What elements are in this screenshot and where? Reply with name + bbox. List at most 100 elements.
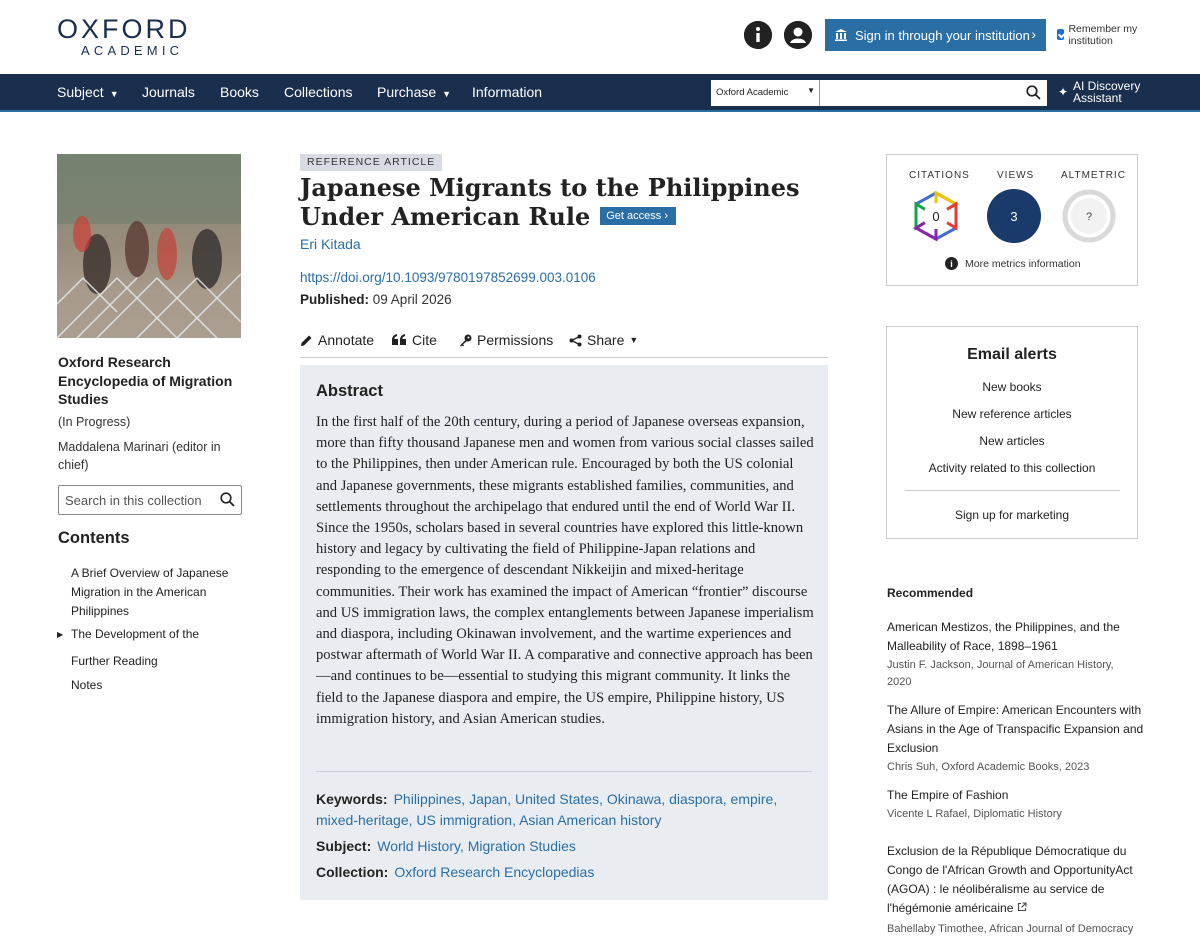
collection-line: Collection: Oxford Research Encyclopedias [316, 862, 816, 883]
published-value: 09 April 2026 [372, 292, 452, 307]
abstract-text: In the first half of the 20th century, d… [316, 414, 814, 727]
share-label: Share [587, 332, 625, 348]
more-metrics-link[interactable]: i More metrics information [945, 257, 1081, 270]
toc-item[interactable]: Further Reading [71, 652, 236, 671]
cite-label: Cite [412, 332, 437, 348]
article-title-text: Japanese Migrants to the Philippines Und… [300, 173, 800, 231]
get-access-button[interactable]: Get access › [600, 206, 676, 225]
external-link-icon [1017, 902, 1027, 912]
info-icon[interactable] [744, 21, 772, 49]
collection-search-input[interactable] [65, 487, 215, 513]
nav-purchase[interactable]: Purchase ▼ [377, 84, 451, 100]
permissions-label: Permissions [477, 332, 554, 348]
email-alerts-heading: Email alerts [967, 346, 1057, 363]
subject-links[interactable]: World History, Migration Studies [377, 838, 576, 854]
nav-books[interactable]: Books [220, 84, 259, 100]
search-icon[interactable] [1026, 85, 1041, 100]
annotate-label: Annotate [318, 332, 375, 348]
collection-title[interactable]: Oxford Research Encyclopedia of Migratio… [58, 353, 248, 409]
recommended-meta: Justin F. Jackson, Journal of American H… [887, 659, 1114, 688]
altmetric-value: ? [1086, 211, 1092, 223]
recommended-title[interactable]: Exclusion de la République Démocratique … [887, 842, 1147, 918]
collection-link[interactable]: Oxford Research Encyclopedias [394, 864, 594, 880]
info-icon: i [945, 257, 958, 270]
nav-collections[interactable]: Collections [284, 84, 352, 100]
main-nav: Subject ▼ Journals Books Collections Purc… [0, 74, 1200, 112]
remember-label: Remember my institution [1068, 23, 1138, 47]
quote-icon [392, 334, 406, 345]
institution-signin-button[interactable]: Sign in through your institution › [825, 19, 1046, 51]
annotate-button[interactable]: Annotate [300, 332, 374, 348]
logo-oxford-text: OXFORD [57, 14, 191, 44]
recommended-heading: Recommended [887, 586, 974, 600]
permissions-button[interactable]: Permissions [459, 332, 553, 348]
remember-institution[interactable]: Remember my institution [1057, 23, 1147, 47]
ai-discovery-label: AI Discovery Assistant [1073, 79, 1141, 105]
alert-new-books[interactable]: New books [887, 380, 1137, 394]
expand-arrow-icon[interactable]: ▶ [57, 630, 63, 639]
recommended-title[interactable]: American Mestizos, the Philippines, and … [887, 618, 1147, 656]
chevron-right-icon: › [1031, 26, 1036, 42]
views-badge[interactable]: 3 [987, 189, 1041, 243]
collection-status: (In Progress) [58, 415, 131, 429]
recommended-meta: Bahellaby Timothee, African Journal of D… [887, 923, 1134, 935]
dropdown-arrow-icon: ▼ [807, 86, 815, 95]
collection-editor: Maddalena Marinari (editor in chief) [58, 440, 221, 472]
toc-item[interactable]: The Development of the [71, 625, 236, 644]
collection-cover-image[interactable] [57, 154, 241, 338]
alert-new-reference-articles[interactable]: New reference articles [887, 407, 1137, 421]
email-alerts-panel: Email alerts New books New reference art… [886, 326, 1138, 539]
nav-subject-label: Subject [57, 84, 104, 100]
oxford-academic-logo[interactable]: OXFORD ACADEMIC [57, 14, 197, 59]
search-scope-select[interactable]: Oxford Academic ▼ [711, 80, 820, 106]
nav-journals[interactable]: Journals [142, 84, 195, 100]
article-title: Japanese Migrants to the Philippines Und… [300, 173, 820, 231]
altmetric-badge[interactable]: ? [1062, 189, 1116, 243]
remember-checkbox[interactable] [1057, 29, 1065, 40]
abstract-heading: Abstract [316, 382, 383, 400]
views-value: 3 [1010, 209, 1017, 224]
toc-item[interactable]: A Brief Overview of Japanese Migration i… [71, 564, 236, 621]
recommended-title-text: Exclusion de la République Démocratique … [887, 844, 1133, 915]
alert-collection-activity[interactable]: Activity related to this collection [887, 461, 1137, 475]
share-button[interactable]: Share ▼ [569, 332, 638, 348]
ai-discovery-button[interactable]: ✦ AI Discovery Assistant [1058, 80, 1158, 104]
signin-label: Sign in through your institution [855, 27, 1030, 43]
article-type-badge: REFERENCE ARTICLE [300, 154, 443, 171]
citations-value: 0 [932, 209, 939, 224]
recommended-title[interactable]: The Empire of Fashion [887, 786, 1147, 805]
altmetric-label: ALTMETRIC [1061, 170, 1126, 181]
sparkle-icon: ✦ [1058, 85, 1069, 99]
more-metrics-label: More metrics information [965, 257, 1081, 270]
keywords-line: Keywords: Philippines, Japan, United Stat… [316, 789, 816, 831]
published-date: Published: 09 April 2026 [300, 292, 452, 307]
account-icon[interactable] [784, 21, 812, 49]
nav-subject[interactable]: Subject ▼ [57, 84, 119, 100]
marketing-signup-link[interactable]: Sign up for marketing [887, 508, 1137, 522]
toc-item[interactable]: Notes [71, 676, 236, 695]
author-link[interactable]: Eri Kitada [300, 236, 361, 252]
get-access-label: Get access [606, 209, 662, 222]
nav-purchase-label: Purchase [377, 84, 437, 100]
keywords-label: Keywords: [316, 791, 388, 807]
global-search-input[interactable] [820, 80, 1047, 106]
caret-down-icon: ▼ [629, 335, 639, 345]
divider [905, 490, 1120, 491]
doi-link[interactable]: https://doi.org/10.1093/9780197852699.00… [300, 270, 596, 285]
institution-icon [835, 29, 847, 41]
caret-down-icon: ▼ [442, 89, 452, 99]
alert-new-articles[interactable]: New articles [887, 434, 1137, 448]
divider [316, 771, 812, 772]
search-icon[interactable] [220, 492, 235, 507]
recommended-title[interactable]: The Allure of Empire: American Encounter… [887, 701, 1147, 758]
citations-badge[interactable]: 0 [909, 189, 963, 243]
nav-information[interactable]: Information [472, 84, 542, 100]
collection-search[interactable] [58, 485, 242, 515]
subject-line: Subject: World History, Migration Studies [316, 836, 816, 857]
article-toolbar: Annotate Cite Permissions Share ▼ [300, 331, 828, 358]
subject-label: Subject: [316, 838, 372, 854]
search-scope-value: Oxford Academic [716, 87, 789, 98]
cite-button[interactable]: Cite [392, 332, 437, 348]
views-label: VIEWS [997, 170, 1035, 181]
share-icon [569, 334, 582, 346]
